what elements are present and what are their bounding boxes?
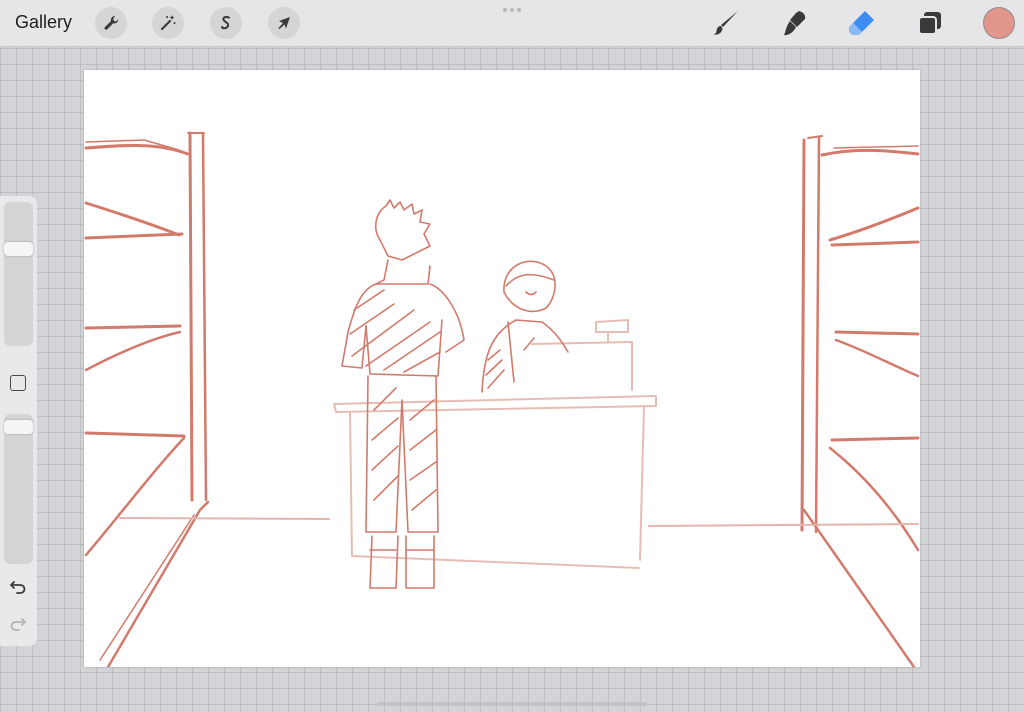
actions-wrench-button[interactable] — [95, 7, 127, 39]
magic-wand-icon — [160, 15, 176, 31]
smudge-icon — [784, 11, 806, 36]
arrow-cursor-icon — [278, 17, 290, 29]
layers-button[interactable] — [914, 7, 946, 39]
redo-icon[interactable] — [9, 616, 27, 632]
adjustments-button[interactable] — [152, 7, 184, 39]
modify-button[interactable] — [10, 375, 26, 391]
selection-icon — [221, 15, 230, 30]
opacity-thumb[interactable] — [4, 420, 33, 434]
sketch-artwork — [84, 131, 920, 669]
layers-icon — [918, 12, 941, 35]
opacity-slider[interactable] — [4, 414, 33, 564]
brush-icon — [713, 11, 738, 35]
smudge-tool-button[interactable] — [778, 7, 810, 39]
undo-icon[interactable] — [9, 579, 27, 595]
left-sidebar — [0, 196, 37, 646]
drawing-canvas[interactable] — [84, 70, 920, 669]
brush-size-slider[interactable] — [4, 202, 33, 346]
wrench-icon — [104, 15, 119, 30]
eraser-tool-button[interactable] — [846, 7, 878, 39]
top-toolbar: Gallery — [0, 0, 1024, 47]
gallery-button[interactable]: Gallery — [15, 12, 72, 33]
home-indicator[interactable] — [377, 702, 647, 706]
color-picker-button[interactable] — [983, 7, 1015, 39]
eraser-icon — [849, 11, 874, 35]
multitask-grabber[interactable] — [503, 8, 521, 12]
brush-size-thumb[interactable] — [4, 242, 33, 256]
selection-button[interactable] — [210, 7, 242, 39]
transform-button[interactable] — [268, 7, 300, 39]
brush-tool-button[interactable] — [710, 7, 742, 39]
